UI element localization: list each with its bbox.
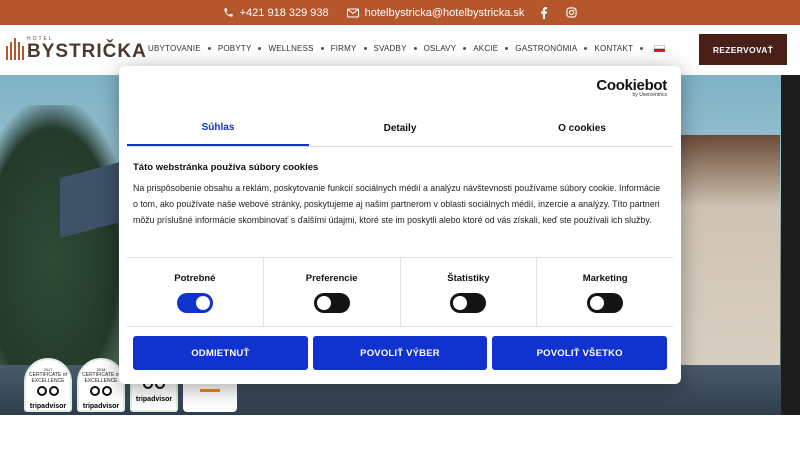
envelope-icon: [346, 8, 359, 17]
nav-item-kontakt[interactable]: KONTAKT: [592, 44, 635, 53]
nav-item-gastronomia[interactable]: GASTRONÓMIA: [513, 44, 579, 53]
phone-contact[interactable]: +421 918 329 938: [223, 7, 329, 19]
tab-detaily[interactable]: Detaily: [309, 111, 491, 146]
nav-item-akcie[interactable]: AKCIE: [471, 44, 500, 53]
allow-all-button[interactable]: POVOLIŤ VŠETKO: [492, 336, 668, 370]
cookie-actions: ODMIETNUŤ POVOLIŤ VÝBER POVOLIŤ VŠETKO: [133, 336, 668, 370]
badge-brand: tripadvisor: [135, 396, 173, 403]
nav-separator: [207, 47, 211, 50]
nav-item-svadby[interactable]: SVADBY: [372, 44, 409, 53]
badge-label: CERTIFICATE of EXCELLENCE: [82, 372, 120, 384]
toggle-marketing[interactable]: [587, 293, 624, 313]
toggle-knob: [316, 296, 331, 310]
toggle-knob: [195, 296, 210, 310]
facebook-link[interactable]: [540, 6, 548, 19]
cookie-categories: Potrebné Preferencie Štatistiky Marketin…: [127, 257, 673, 327]
category-label: Štatistiky: [447, 273, 490, 284]
category-label: Marketing: [582, 273, 628, 284]
toggle-statistiky[interactable]: [450, 293, 487, 313]
toggle-potrebne[interactable]: [176, 293, 213, 313]
phone-icon: [224, 8, 233, 17]
category-potrebne: Potrebné: [127, 258, 264, 326]
category-label: Preferencie: [305, 273, 358, 284]
reserve-button[interactable]: REZERVOVAŤ: [699, 34, 787, 65]
nav-separator: [413, 47, 417, 50]
nav-separator: [584, 47, 588, 50]
badge-brand: tripadvisor: [82, 403, 120, 410]
category-marketing: Marketing: [537, 258, 673, 326]
nav-item-oslavy[interactable]: OSLAVY: [422, 44, 459, 53]
cookie-description: Táto webstránka používa súbory cookies N…: [133, 162, 667, 228]
hero-edge: [781, 75, 800, 415]
nav-separator: [258, 47, 262, 50]
top-contact-bar: +421 918 329 938 hotelbystricka@hotelbys…: [0, 0, 800, 25]
badge-label: CERTIFICATE of EXCELLENCE: [29, 372, 67, 384]
sk-flag-icon[interactable]: [654, 45, 666, 53]
logo-name: BYSTRIČKA: [27, 41, 147, 62]
email-address: hotelbystricka@hotelbystricka.sk: [364, 6, 525, 19]
cookiebot-logo: Cookiebot by Usercentrics: [596, 78, 667, 98]
award-stripe: [200, 388, 220, 392]
instagram-icon: [566, 7, 578, 18]
nav-menu: UBYTOVANIE POBYTY WELLNESS FIRMY SVADBY …: [146, 44, 666, 53]
badge-brand: tripadvisor: [29, 403, 67, 410]
hero-building: [680, 135, 780, 375]
nav-separator: [320, 47, 324, 50]
email-contact[interactable]: hotelbystricka@hotelbystricka.sk: [346, 6, 525, 19]
cookie-heading: Táto webstránka používa súbory cookies: [133, 162, 319, 173]
tab-suhlas[interactable]: Súhlas: [127, 111, 309, 146]
tripadvisor-owl-icon: [37, 386, 59, 398]
hotel-logo[interactable]: HOTEL BYSTRIČKA: [6, 37, 147, 61]
phone-number: +421 918 329 938: [239, 6, 329, 19]
nav-separator: [640, 47, 644, 50]
nav-separator: [363, 47, 367, 50]
category-preferencie: Preferencie: [264, 258, 401, 326]
nav-item-pobyty[interactable]: POBYTY: [216, 44, 254, 53]
decline-button[interactable]: ODMIETNUŤ: [133, 336, 308, 370]
category-statistiky: Štatistiky: [401, 258, 538, 326]
toggle-preferencie[interactable]: [313, 293, 350, 313]
tripadvisor-owl-icon: [90, 386, 112, 398]
nav-separator: [505, 47, 509, 50]
toggle-knob: [590, 296, 605, 310]
nav-separator: [463, 47, 467, 50]
facebook-icon: [541, 6, 548, 19]
allow-selection-button[interactable]: POVOLIŤ VÝBER: [312, 336, 488, 370]
tripadvisor-badge-2017[interactable]: 2017 CERTIFICATE of EXCELLENCE tripadvis…: [24, 358, 72, 412]
nav-item-ubytovanie[interactable]: UBYTOVANIE: [146, 44, 203, 53]
instagram-link[interactable]: [566, 7, 578, 18]
cookie-tabs: Súhlas Detaily O cookies: [127, 111, 673, 147]
cookiebot-brand: Cookiebot: [596, 77, 667, 94]
toggle-knob: [453, 296, 468, 310]
logo-mark-icon: [6, 38, 24, 60]
cookie-text: Na prispôsobenie obsahu a reklám, poskyt…: [133, 183, 661, 225]
nav-item-firmy[interactable]: FIRMY: [329, 44, 359, 53]
tripadvisor-badge-2018[interactable]: 2018 CERTIFICATE of EXCELLENCE tripadvis…: [77, 358, 125, 412]
category-label: Potrebné: [174, 273, 216, 284]
tab-o-cookies[interactable]: O cookies: [491, 111, 673, 146]
nav-item-wellness[interactable]: WELLNESS: [266, 44, 315, 53]
cookie-consent-dialog: Cookiebot by Usercentrics Súhlas Detaily…: [119, 66, 681, 384]
